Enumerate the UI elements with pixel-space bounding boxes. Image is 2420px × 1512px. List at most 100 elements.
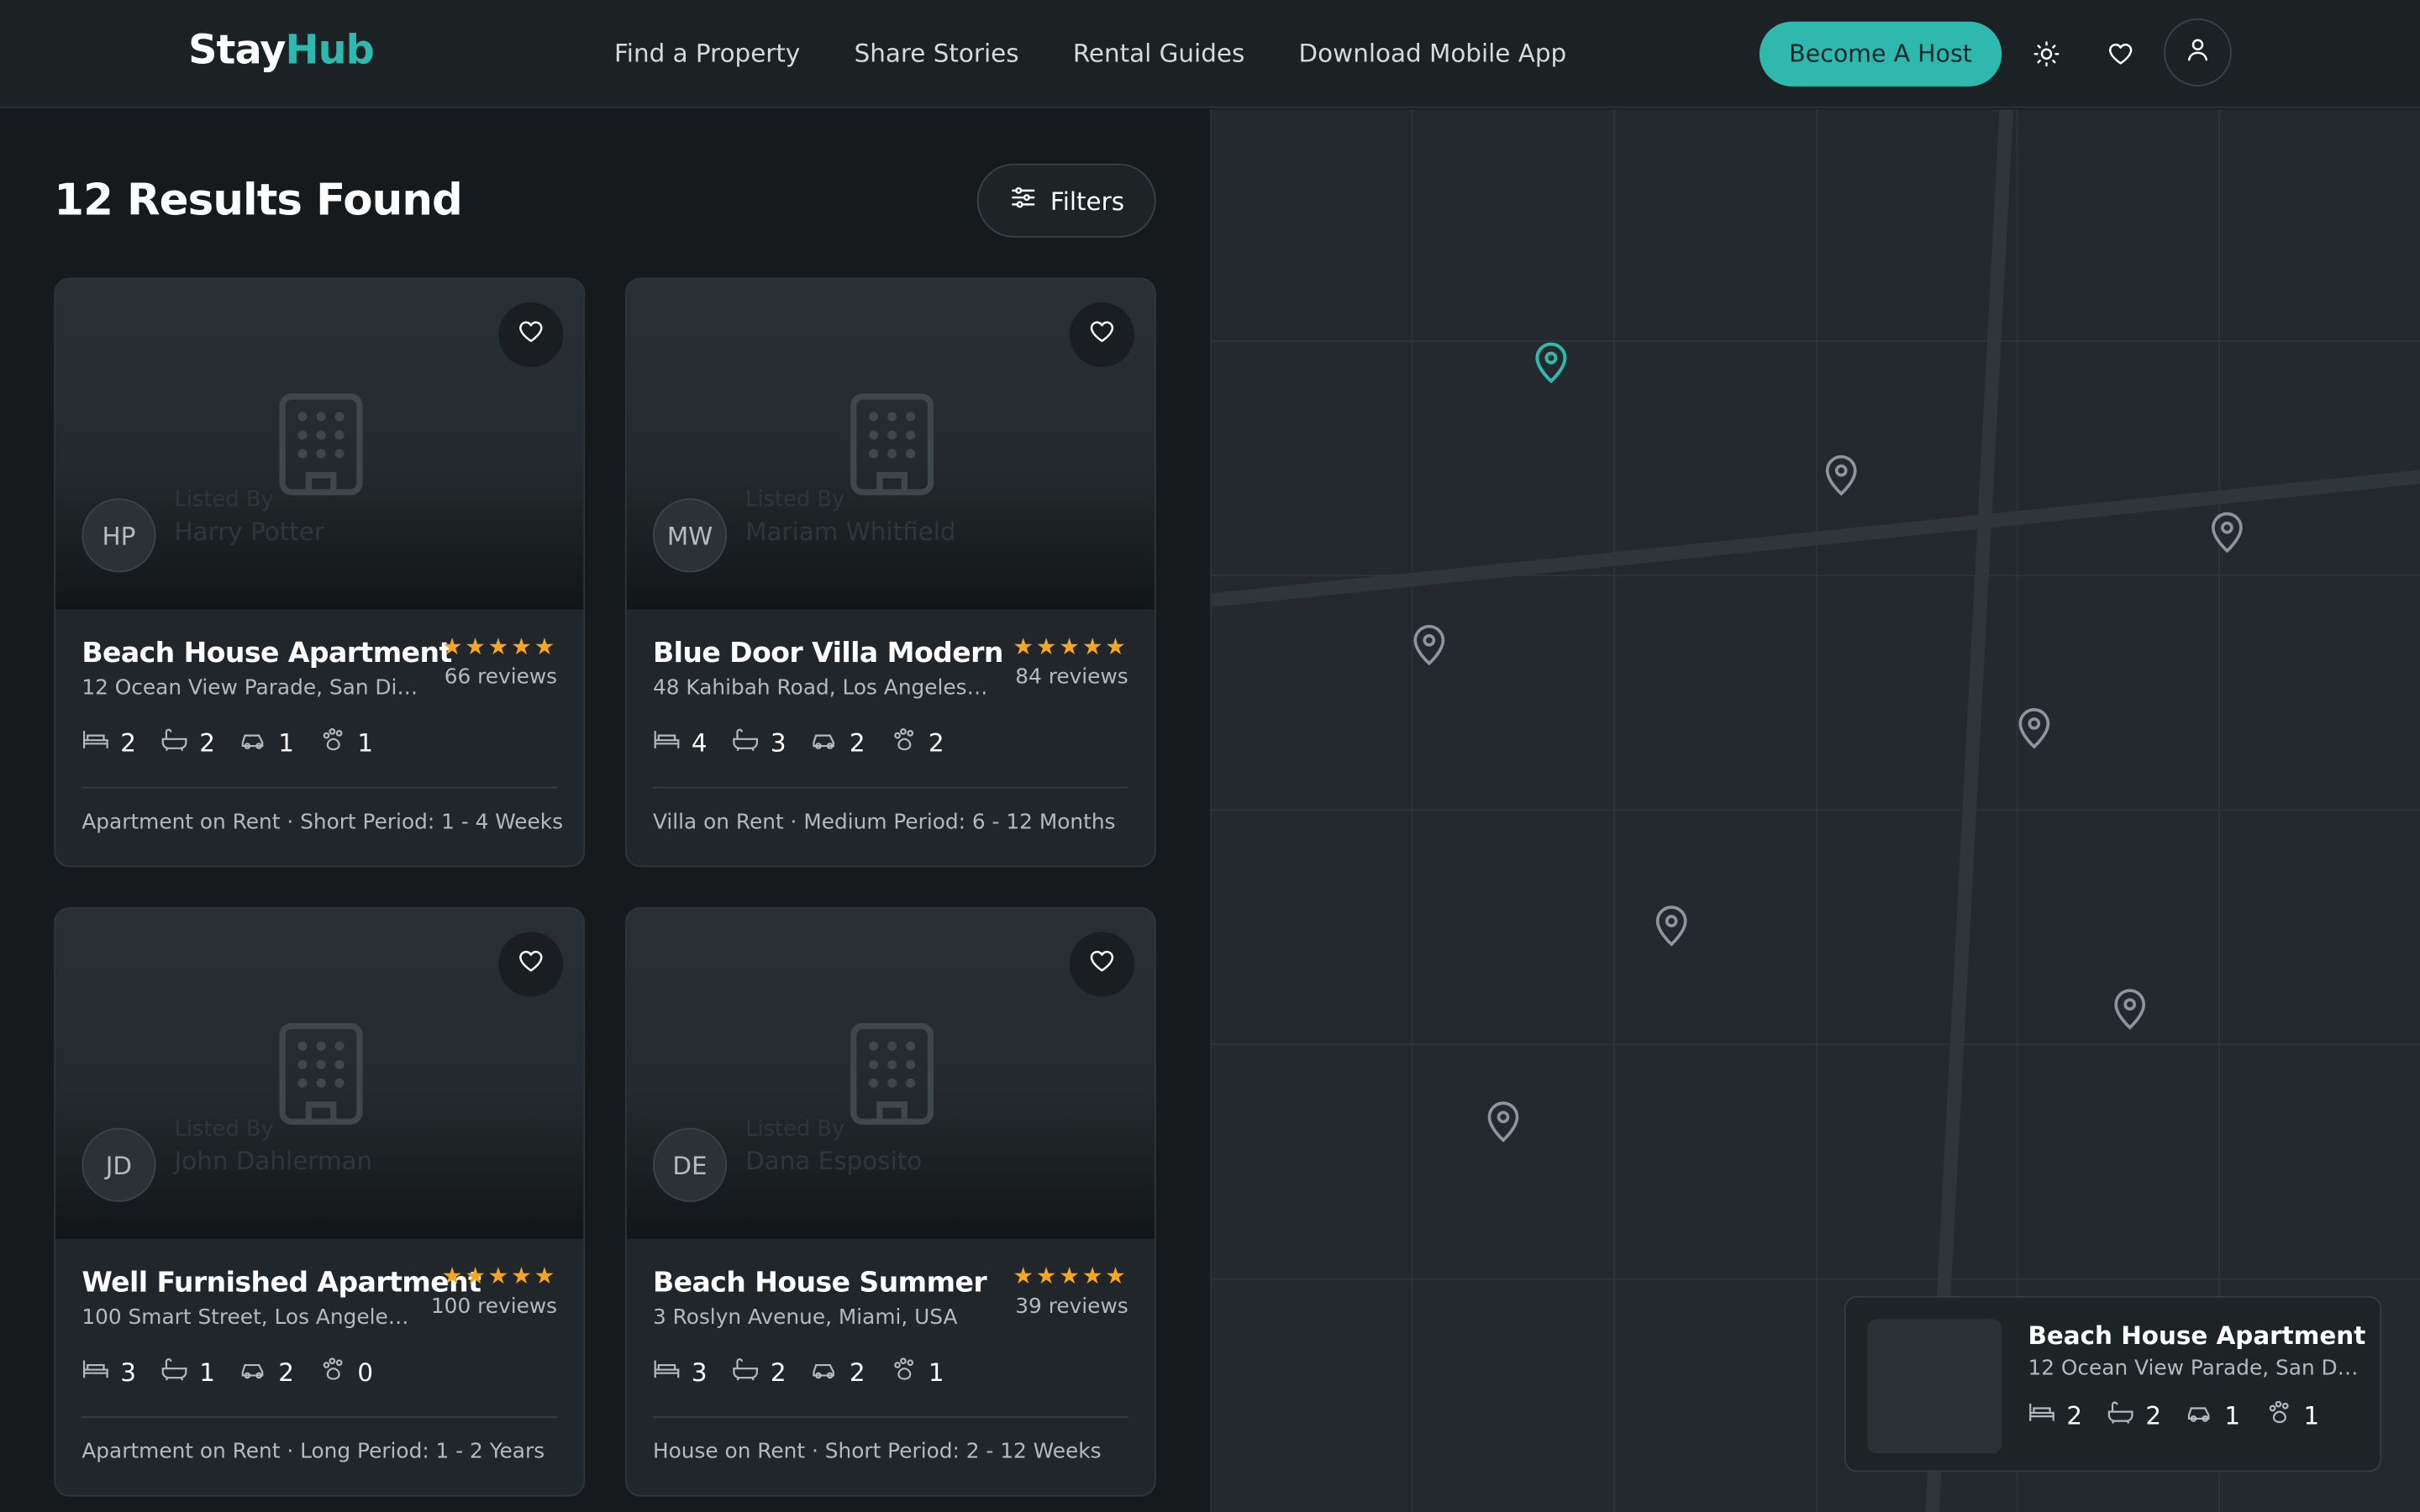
bed-icon <box>653 1356 681 1387</box>
property-thumbnail <box>1867 1319 2002 1454</box>
map-pin-active-icon[interactable] <box>1531 338 1571 384</box>
pets-count: 1 <box>928 1357 944 1387</box>
map-pin-icon[interactable] <box>1409 620 1449 666</box>
pets-count: 0 <box>357 1357 374 1387</box>
property-card[interactable]: MW Listed By Mariam Whitfield Blue Door V… <box>624 277 1156 868</box>
app-root: StayHub Find a Property Share Stories Re… <box>0 0 2420 1512</box>
stayhub-logo[interactable]: StayHub <box>188 28 375 75</box>
favorite-button[interactable] <box>498 302 564 368</box>
favorite-button[interactable] <box>498 932 564 997</box>
feature-parking: 2 <box>811 1356 865 1387</box>
bath-icon <box>160 1356 188 1387</box>
bath-icon <box>160 727 188 758</box>
bed-icon <box>82 727 109 758</box>
property-features: 2 2 1 1 <box>82 727 373 758</box>
property-address: 12 Ocean View Parade, San Diego, USA <box>82 675 418 701</box>
user-icon <box>2184 35 2212 69</box>
star-rating: ★★★★★ <box>441 1262 558 1290</box>
car-icon <box>811 1356 839 1387</box>
feature-parking: 2 <box>811 727 865 758</box>
map-pin-icon[interactable] <box>1821 450 1861 496</box>
bedrooms-count: 4 <box>691 727 708 757</box>
lister-name: Harry Potter <box>174 517 324 547</box>
bedrooms-count: 2 <box>120 727 136 757</box>
bathrooms-count: 2 <box>770 1357 786 1387</box>
heart-icon <box>517 948 544 981</box>
paw-icon <box>318 1356 346 1387</box>
lister-avatar: DE <box>652 1127 728 1202</box>
map-pin-icon[interactable] <box>1651 901 1691 948</box>
pets-count: 1 <box>2303 1399 2320 1430</box>
nav-rental-guides[interactable]: Rental Guides <box>1073 39 1244 68</box>
bedrooms-count: 3 <box>691 1357 708 1387</box>
rental-terms: House on Rent · Short Period: 2 - 12 Wee… <box>652 1439 1102 1465</box>
listed-by: Listed By Mariam Whitfield <box>745 487 955 546</box>
nav-share-stories[interactable]: Share Stories <box>855 39 1019 68</box>
building-icon <box>850 393 934 501</box>
lister-name: Dana Esposito <box>745 1146 923 1176</box>
map-pin-icon[interactable] <box>2207 507 2248 554</box>
nav-download-app[interactable]: Download Mobile App <box>1299 39 1567 68</box>
map-property-address: 12 Ocean View Parade, San Diego, USA <box>2028 1356 2361 1381</box>
feature-parking: 2 <box>239 1356 294 1387</box>
listed-by: Listed By Dana Esposito <box>745 1117 922 1176</box>
listed-by: Listed By John Dahlerman <box>175 1117 373 1176</box>
feature-bathrooms: 2 <box>732 1356 786 1387</box>
paw-icon <box>890 727 918 758</box>
map-pin-icon[interactable] <box>2014 704 2054 750</box>
property-card[interactable]: JD Listed By John Dahlerman Well Furnishe… <box>54 906 586 1497</box>
map-view[interactable]: Beach House Apartment 12 Ocean View Para… <box>1209 109 2420 1512</box>
lister-name: Mariam Whitfield <box>745 517 956 547</box>
property-features: 4 3 2 2 <box>653 727 944 758</box>
feature-pets: 1 <box>2265 1399 2320 1431</box>
map-selected-property-card[interactable]: Beach House Apartment 12 Ocean View Para… <box>1844 1295 2382 1473</box>
results-count-heading: 12 Results Found <box>54 174 463 226</box>
listed-by-label: Listed By <box>745 487 845 512</box>
bathrooms-count: 2 <box>199 727 215 757</box>
parking-count: 1 <box>278 727 295 757</box>
property-card[interactable]: HP Listed By Harry Potter Beach House Apa… <box>54 277 586 868</box>
star-rating: ★★★★★ <box>441 633 558 661</box>
bathrooms-count: 3 <box>770 727 786 757</box>
building-icon <box>850 1022 934 1131</box>
card-divider <box>652 786 1128 789</box>
map-pin-icon[interactable] <box>2110 984 2150 1031</box>
nav-find-property[interactable]: Find a Property <box>614 39 800 68</box>
sun-icon[interactable] <box>2027 34 2067 74</box>
favorite-button[interactable] <box>1069 302 1134 368</box>
property-title[interactable]: Beach House Apartment <box>82 638 452 670</box>
property-address: 48 Kahibah Road, Los Angeles, USA <box>652 675 990 701</box>
heart-icon <box>517 318 544 351</box>
property-title[interactable]: Well Furnished Apartment <box>82 1267 481 1299</box>
sliders-icon <box>1008 184 1036 218</box>
heart-icon[interactable] <box>2101 34 2141 74</box>
bathrooms-count: 2 <box>2145 1399 2162 1430</box>
property-features: 3 2 2 1 <box>653 1356 944 1387</box>
main-nav: Find a Property Share Stories Rental Gui… <box>614 39 1566 68</box>
property-title[interactable]: Beach House Summer <box>653 1267 987 1299</box>
user-profile-button[interactable] <box>2164 18 2232 87</box>
map-property-features: 2 2 1 1 <box>2028 1399 2319 1431</box>
property-title[interactable]: Blue Door Villa Modern <box>653 638 1003 670</box>
bedrooms-count: 2 <box>2066 1399 2083 1430</box>
bedrooms-count: 3 <box>120 1357 136 1387</box>
filters-button[interactable]: Filters <box>976 163 1156 238</box>
become-host-button[interactable]: Become A Host <box>1759 21 2002 87</box>
bathrooms-count: 1 <box>199 1357 215 1387</box>
review-count: 66 reviews <box>444 664 558 690</box>
paw-icon <box>890 1356 918 1387</box>
property-card[interactable]: DE Listed By Dana Esposito Beach House Su… <box>624 906 1156 1497</box>
favorite-button[interactable] <box>1069 932 1134 997</box>
feature-bedrooms: 4 <box>653 727 708 758</box>
feature-parking: 1 <box>239 727 294 758</box>
map-pin-icon[interactable] <box>1483 1097 1523 1143</box>
card-divider <box>82 1416 558 1418</box>
pets-count: 2 <box>928 727 944 757</box>
feature-bedrooms: 3 <box>82 1356 136 1387</box>
bed-icon <box>2028 1399 2055 1431</box>
rental-terms: Apartment on Rent · Long Period: 1 - 2 Y… <box>82 1439 545 1465</box>
feature-bathrooms: 1 <box>160 1356 215 1387</box>
parking-count: 2 <box>849 1357 865 1387</box>
logo-text-hub: Hub <box>285 28 375 75</box>
feature-pets: 1 <box>890 1356 944 1387</box>
